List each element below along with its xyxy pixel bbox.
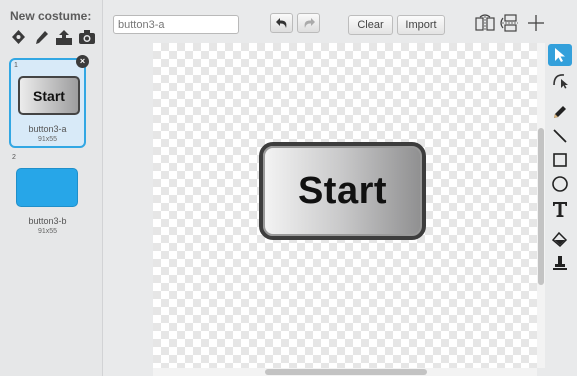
costume-number: 1 [14,62,18,69]
horizontal-scroll-thumb[interactable] [265,369,427,375]
costume-name-input[interactable] [113,15,239,34]
costume-size: 91x55 [37,136,58,143]
delete-costume-icon[interactable]: × [76,55,89,68]
new-costume-tools [9,28,96,46]
vertical-scroll-thumb[interactable] [538,128,544,285]
undo-icon [275,17,286,28]
canvas-start-text: Start [297,169,388,212]
costume-name: button3-b [28,216,67,226]
upload-icon[interactable] [55,28,73,46]
text-icon[interactable] [548,198,572,220]
ellipse-icon[interactable] [548,173,572,195]
redo-icon [304,17,315,28]
fill-icon[interactable] [548,229,572,251]
costume-name: button3-a [28,124,67,134]
select-icon[interactable] [548,44,572,66]
redo-button[interactable] [297,13,320,33]
line-icon[interactable] [548,125,572,147]
costume-thumbnail [16,168,78,207]
paint-brush-icon[interactable] [9,28,27,46]
costume-item-2[interactable]: 2 button3-b 91x55 [9,152,86,242]
canvas-start-button[interactable]: Start [259,142,426,240]
costume-thumbnail: Start [18,76,80,115]
costume-thumbnail-text: Start [33,87,65,104]
costume-size: 91x55 [37,228,58,235]
reshape-icon[interactable] [548,69,572,91]
flip-vertical-icon[interactable] [500,13,520,33]
pencil-icon[interactable] [32,28,50,46]
undo-button[interactable] [270,13,293,33]
new-costume-label: New costume: [10,9,92,23]
camera-icon[interactable] [78,28,96,46]
set-center-icon[interactable] [526,13,546,33]
costume-item-1[interactable]: 1 × Start button3-a 91x55 [9,55,89,148]
rectangle-icon[interactable] [548,149,572,171]
clear-button[interactable]: Clear [348,15,393,35]
flip-horizontal-icon[interactable] [475,13,495,33]
costume-number: 2 [12,154,16,161]
pencil-icon[interactable] [548,101,572,123]
costume-panel: New costume: 1 × Start button3-a 91x55 2 [0,0,103,376]
import-button[interactable]: Import [397,15,445,35]
stamp-icon[interactable] [548,252,572,274]
